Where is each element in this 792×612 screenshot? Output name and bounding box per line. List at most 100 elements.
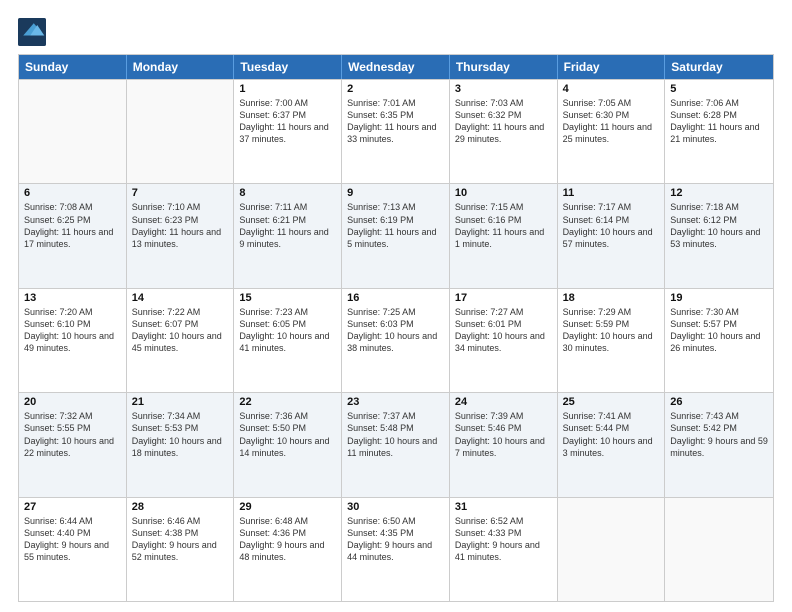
day-number: 6	[24, 187, 121, 199]
calendar-cell-day-28: 28 Sunrise: 6:46 AM Sunset: 4:38 PM Dayli…	[127, 498, 235, 601]
calendar-cell-day-27: 27Sunrise: 6:44 AM Sunset: 4:40 PM Dayli…	[19, 498, 127, 601]
cell-info: Sunrise: 7:27 AM Sunset: 6:01 PM Dayligh…	[455, 306, 552, 355]
calendar-cell-day-26: 26 Sunrise: 7:43 AM Sunset: 5:42 PM Dayli…	[665, 393, 773, 496]
day-number: 29	[239, 501, 336, 513]
calendar-cell-day-21: 21 Sunrise: 7:34 AM Sunset: 5:53 PM Dayli…	[127, 393, 235, 496]
calendar-cell-day-6: 6 Sunrise: 7:08 AM Sunset: 6:25 PM Daylig…	[19, 184, 127, 287]
day-number: 11	[563, 187, 660, 199]
calendar-body: 1Sunrise: 7:00 AM Sunset: 6:37 PM Daylig…	[19, 79, 773, 601]
cell-info: Sunrise: 7:15 AM Sunset: 6:16 PM Dayligh…	[455, 201, 552, 250]
weekday-header-monday: Monday	[127, 55, 235, 79]
cell-info: Sunrise: 7:34 AM Sunset: 5:53 PM Dayligh…	[132, 410, 229, 459]
cell-info: Sunrise: 6:44 AM Sunset: 4:40 PM Dayligh…	[24, 515, 121, 564]
day-number: 28	[132, 501, 229, 513]
cell-info: Sunrise: 7:13 AM Sunset: 6:19 PM Dayligh…	[347, 201, 444, 250]
day-number: 1	[239, 83, 336, 95]
day-number: 5	[670, 83, 768, 95]
day-number: 25	[563, 396, 660, 408]
calendar-cell-day-20: 20 Sunrise: 7:32 AM Sunset: 5:55 PM Dayli…	[19, 393, 127, 496]
calendar-cell-day-18: 18 Sunrise: 7:29 AM Sunset: 5:59 PM Dayli…	[558, 289, 666, 392]
day-number: 2	[347, 83, 444, 95]
cell-info: Sunrise: 7:08 AM Sunset: 6:25 PM Dayligh…	[24, 201, 121, 250]
cell-info: Sunrise: 7:03 AM Sunset: 6:32 PM Dayligh…	[455, 97, 552, 146]
calendar-cell-day-17: 17Sunrise: 7:27 AM Sunset: 6:01 PM Dayli…	[450, 289, 558, 392]
calendar-row-4: 20 Sunrise: 7:32 AM Sunset: 5:55 PM Dayli…	[19, 392, 773, 496]
cell-info: Sunrise: 7:43 AM Sunset: 5:42 PM Dayligh…	[670, 410, 768, 459]
day-number: 20	[24, 396, 121, 408]
weekday-header-friday: Friday	[558, 55, 666, 79]
day-number: 10	[455, 187, 552, 199]
day-number: 16	[347, 292, 444, 304]
calendar-cell-day-30: 30 Sunrise: 6:50 AM Sunset: 4:35 PM Dayli…	[342, 498, 450, 601]
day-number: 7	[132, 187, 229, 199]
day-number: 9	[347, 187, 444, 199]
day-number: 15	[239, 292, 336, 304]
day-number: 14	[132, 292, 229, 304]
cell-info: Sunrise: 7:25 AM Sunset: 6:03 PM Dayligh…	[347, 306, 444, 355]
cell-info: Sunrise: 7:18 AM Sunset: 6:12 PM Dayligh…	[670, 201, 768, 250]
calendar-cell-day-9: 9 Sunrise: 7:13 AM Sunset: 6:19 PM Daylig…	[342, 184, 450, 287]
calendar-cell-empty	[127, 80, 235, 183]
cell-info: Sunrise: 7:39 AM Sunset: 5:46 PM Dayligh…	[455, 410, 552, 459]
page: SundayMondayTuesdayWednesdayThursdayFrid…	[0, 0, 792, 612]
cell-info: Sunrise: 7:11 AM Sunset: 6:21 PM Dayligh…	[239, 201, 336, 250]
day-number: 3	[455, 83, 552, 95]
calendar-cell-day-22: 22 Sunrise: 7:36 AM Sunset: 5:50 PM Dayli…	[234, 393, 342, 496]
day-number: 19	[670, 292, 768, 304]
calendar-cell-day-15: 15 Sunrise: 7:23 AM Sunset: 6:05 PM Dayli…	[234, 289, 342, 392]
cell-info: Sunrise: 6:48 AM Sunset: 4:36 PM Dayligh…	[239, 515, 336, 564]
calendar-cell-day-1: 1Sunrise: 7:00 AM Sunset: 6:37 PM Daylig…	[234, 80, 342, 183]
calendar-cell-day-23: 23Sunrise: 7:37 AM Sunset: 5:48 PM Dayli…	[342, 393, 450, 496]
day-number: 8	[239, 187, 336, 199]
day-number: 18	[563, 292, 660, 304]
calendar-cell-day-24: 24Sunrise: 7:39 AM Sunset: 5:46 PM Dayli…	[450, 393, 558, 496]
day-number: 30	[347, 501, 444, 513]
calendar-cell-day-4: 4 Sunrise: 7:05 AM Sunset: 6:30 PM Daylig…	[558, 80, 666, 183]
day-number: 26	[670, 396, 768, 408]
calendar-cell-day-16: 16 Sunrise: 7:25 AM Sunset: 6:03 PM Dayli…	[342, 289, 450, 392]
calendar-row-1: 1Sunrise: 7:00 AM Sunset: 6:37 PM Daylig…	[19, 79, 773, 183]
day-number: 21	[132, 396, 229, 408]
cell-info: Sunrise: 7:20 AM Sunset: 6:10 PM Dayligh…	[24, 306, 121, 355]
day-number: 4	[563, 83, 660, 95]
calendar-cell-empty	[665, 498, 773, 601]
cell-info: Sunrise: 6:50 AM Sunset: 4:35 PM Dayligh…	[347, 515, 444, 564]
calendar-cell-day-8: 8 Sunrise: 7:11 AM Sunset: 6:21 PM Daylig…	[234, 184, 342, 287]
calendar-cell-day-19: 19 Sunrise: 7:30 AM Sunset: 5:57 PM Dayli…	[665, 289, 773, 392]
calendar-row-2: 6 Sunrise: 7:08 AM Sunset: 6:25 PM Daylig…	[19, 183, 773, 287]
cell-info: Sunrise: 7:23 AM Sunset: 6:05 PM Dayligh…	[239, 306, 336, 355]
cell-info: Sunrise: 6:52 AM Sunset: 4:33 PM Dayligh…	[455, 515, 552, 564]
weekday-header-sunday: Sunday	[19, 55, 127, 79]
day-number: 31	[455, 501, 552, 513]
calendar-row-3: 13Sunrise: 7:20 AM Sunset: 6:10 PM Dayli…	[19, 288, 773, 392]
calendar-cell-day-7: 7 Sunrise: 7:10 AM Sunset: 6:23 PM Daylig…	[127, 184, 235, 287]
header	[18, 18, 774, 46]
calendar-cell-day-5: 5 Sunrise: 7:06 AM Sunset: 6:28 PM Daylig…	[665, 80, 773, 183]
cell-info: Sunrise: 7:36 AM Sunset: 5:50 PM Dayligh…	[239, 410, 336, 459]
weekday-header-saturday: Saturday	[665, 55, 773, 79]
calendar-header: SundayMondayTuesdayWednesdayThursdayFrid…	[19, 55, 773, 79]
calendar-cell-day-3: 3 Sunrise: 7:03 AM Sunset: 6:32 PM Daylig…	[450, 80, 558, 183]
cell-info: Sunrise: 7:17 AM Sunset: 6:14 PM Dayligh…	[563, 201, 660, 250]
cell-info: Sunrise: 7:06 AM Sunset: 6:28 PM Dayligh…	[670, 97, 768, 146]
calendar-cell-day-13: 13Sunrise: 7:20 AM Sunset: 6:10 PM Dayli…	[19, 289, 127, 392]
day-number: 22	[239, 396, 336, 408]
cell-info: Sunrise: 7:01 AM Sunset: 6:35 PM Dayligh…	[347, 97, 444, 146]
logo	[18, 18, 50, 46]
calendar-cell-day-25: 25 Sunrise: 7:41 AM Sunset: 5:44 PM Dayli…	[558, 393, 666, 496]
cell-info: Sunrise: 7:32 AM Sunset: 5:55 PM Dayligh…	[24, 410, 121, 459]
cell-info: Sunrise: 7:30 AM Sunset: 5:57 PM Dayligh…	[670, 306, 768, 355]
day-number: 23	[347, 396, 444, 408]
calendar-cell-day-29: 29 Sunrise: 6:48 AM Sunset: 4:36 PM Dayli…	[234, 498, 342, 601]
cell-info: Sunrise: 7:10 AM Sunset: 6:23 PM Dayligh…	[132, 201, 229, 250]
calendar-cell-empty	[19, 80, 127, 183]
logo-icon	[18, 18, 46, 46]
cell-info: Sunrise: 7:41 AM Sunset: 5:44 PM Dayligh…	[563, 410, 660, 459]
calendar-cell-empty	[558, 498, 666, 601]
cell-info: Sunrise: 7:29 AM Sunset: 5:59 PM Dayligh…	[563, 306, 660, 355]
calendar-cell-day-14: 14Sunrise: 7:22 AM Sunset: 6:07 PM Dayli…	[127, 289, 235, 392]
calendar-row-5: 27Sunrise: 6:44 AM Sunset: 4:40 PM Dayli…	[19, 497, 773, 601]
calendar-cell-day-11: 11 Sunrise: 7:17 AM Sunset: 6:14 PM Dayli…	[558, 184, 666, 287]
cell-info: Sunrise: 6:46 AM Sunset: 4:38 PM Dayligh…	[132, 515, 229, 564]
cell-info: Sunrise: 7:05 AM Sunset: 6:30 PM Dayligh…	[563, 97, 660, 146]
